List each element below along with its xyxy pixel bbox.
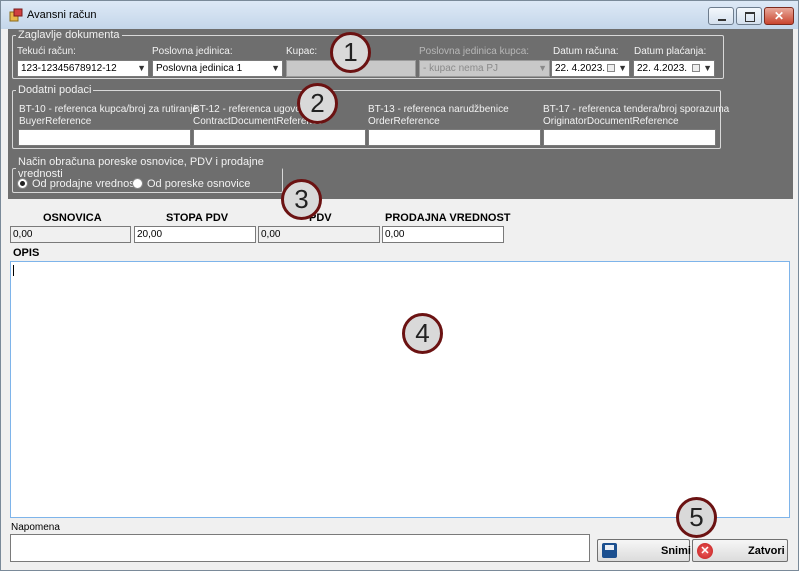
calendar-icon xyxy=(692,64,700,72)
callout-badge-2: 2 xyxy=(297,83,338,124)
order-reference-input[interactable] xyxy=(368,129,541,146)
od-prodajne-vrednosti-label: Od prodajne vrednosti xyxy=(32,178,141,190)
stopa-pdv-field[interactable]: 20,00 xyxy=(134,226,256,243)
osnovica-field[interactable]: 0,00 xyxy=(10,226,131,243)
tekuci-racun-label: Tekući račun: xyxy=(17,46,76,57)
napomena-input[interactable] xyxy=(10,534,590,562)
title-bar: Avansni račun ✕ xyxy=(1,1,798,29)
bt17-label: BT-17 - referenca tendera/broj sporazuma xyxy=(543,104,730,115)
bt13-sublabel: OrderReference xyxy=(368,116,440,127)
opis-label: OPIS xyxy=(13,247,40,259)
callout-badge-5: 5 xyxy=(676,497,717,538)
tekuci-racun-select[interactable]: 123-12345678912-12 ▼ xyxy=(17,60,149,77)
callout-badge-3: 3 xyxy=(281,179,322,220)
datum-placanja-picker[interactable]: 22. 4.2023. ▼ xyxy=(633,60,715,77)
header-panel: Zaglavlje dokumenta Tekući račun: 123-12… xyxy=(8,29,793,199)
datum-placanja-label: Datum plaćanja: xyxy=(634,46,707,57)
app-icon xyxy=(9,8,23,22)
pj-kupca-select[interactable]: - kupac nema PJ ▼ xyxy=(419,60,550,77)
chevron-down-icon: ▼ xyxy=(271,63,280,73)
callout-badge-1: 1 xyxy=(330,32,371,73)
contract-reference-input[interactable] xyxy=(193,129,366,146)
window-title: Avansni račun xyxy=(27,9,97,21)
pj-kupca-label: Poslovna jedinica kupca: xyxy=(419,46,530,57)
close-icon: ✕ xyxy=(697,543,713,559)
chevron-down-icon: ▼ xyxy=(703,63,712,73)
prodajna-vrednost-label: PRODAJNA VREDNOST xyxy=(385,212,511,224)
minimize-button[interactable] xyxy=(708,7,734,25)
stopa-pdv-label: STOPA PDV xyxy=(166,212,229,224)
bt10-label: BT-10 - referenca kupca/broj za rutiranj… xyxy=(19,104,198,115)
bt10-sublabel: BuyerReference xyxy=(19,116,92,127)
callout-badge-4: 4 xyxy=(402,313,443,354)
radio-od-prodajne-vrednosti[interactable] xyxy=(17,178,28,189)
od-poreske-osnovice-label: Od poreske osnovice xyxy=(147,178,251,190)
originator-reference-input[interactable] xyxy=(543,129,716,146)
calendar-icon xyxy=(607,64,615,72)
chevron-down-icon: ▼ xyxy=(618,63,627,73)
nacin-obracuna-legend: Način obračuna poreske osnovice, PDV i p… xyxy=(18,156,264,180)
dodatni-podaci-legend: Dodatni podaci xyxy=(18,84,92,96)
poslovna-jedinica-label: Poslovna jedinica: xyxy=(152,46,233,57)
avansni-racun-window: Avansni račun ✕ Zaglavlje dokumenta Teku… xyxy=(0,0,799,571)
chevron-down-icon: ▼ xyxy=(538,63,547,73)
close-icon: ✕ xyxy=(773,9,785,23)
pdv-field[interactable]: 0,00 xyxy=(258,226,380,243)
bt12-label: BT-12 - referenca ugovora xyxy=(193,104,310,115)
bt17-sublabel: OriginatorDocumentReference xyxy=(543,116,679,127)
floppy-disk-icon xyxy=(602,543,617,558)
datum-racuna-label: Datum računa: xyxy=(553,46,619,57)
maximize-button[interactable] xyxy=(736,7,762,25)
text-caret xyxy=(13,265,14,276)
napomena-label: Napomena xyxy=(11,522,60,533)
opis-textarea[interactable] xyxy=(10,261,790,518)
radio-od-poreske-osnovice[interactable] xyxy=(132,178,143,189)
poslovna-jedinica-select[interactable]: Poslovna jedinica 1 ▼ xyxy=(152,60,283,77)
prodajna-vrednost-field[interactable]: 0,00 xyxy=(382,226,504,243)
bt13-label: BT-13 - referenca narudžbenice xyxy=(368,104,509,115)
chevron-down-icon: ▼ xyxy=(137,63,146,73)
kupac-label: Kupac: xyxy=(286,46,318,57)
close-window-button[interactable]: ✕ xyxy=(764,7,794,25)
snimi-button[interactable]: Snimi xyxy=(597,539,691,562)
zatvori-button[interactable]: ✕ Zatvori xyxy=(692,539,788,562)
osnovica-label: OSNOVICA xyxy=(43,212,102,224)
datum-racuna-picker[interactable]: 22. 4.2023. ▼ xyxy=(551,60,630,77)
zaglavlje-legend: Zaglavlje dokumenta xyxy=(18,29,120,41)
buyer-reference-input[interactable] xyxy=(18,129,191,146)
